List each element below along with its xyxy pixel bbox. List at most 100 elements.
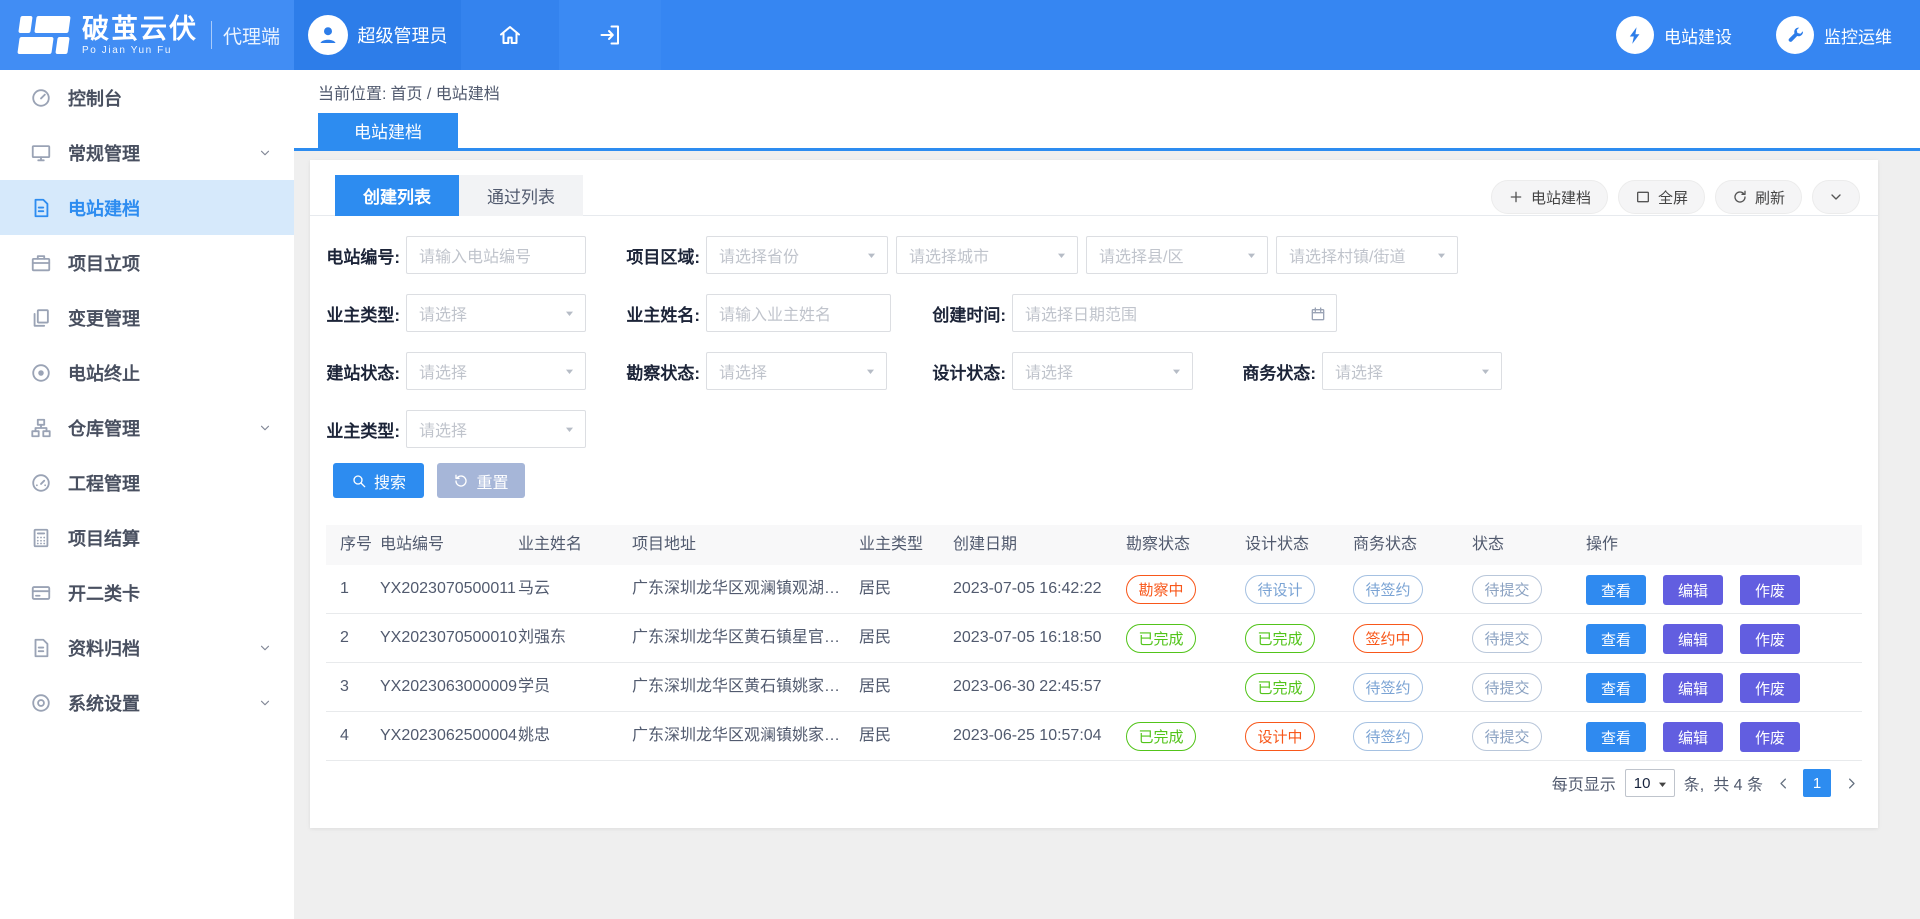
toolbar-fullscreen-button[interactable]: 全屏 [1618, 180, 1705, 214]
filter-select[interactable]: 请选择 [406, 294, 586, 332]
filter-label: 设计状态: [920, 359, 1006, 384]
sidebar-item-dashboard[interactable]: 控制台 [0, 70, 294, 125]
sidebar-item-sitemap[interactable]: 仓库管理 [0, 400, 294, 455]
home-button[interactable] [461, 0, 559, 70]
void-button[interactable]: 作废 [1740, 624, 1800, 654]
brand-divider [211, 21, 212, 49]
edit-button[interactable]: 编辑 [1663, 575, 1723, 605]
edit-button[interactable]: 编辑 [1663, 624, 1723, 654]
brand-title: 破茧云伏 [82, 15, 198, 43]
edit-button[interactable]: 编辑 [1663, 722, 1723, 752]
filter-select[interactable]: 请选择 [1322, 352, 1502, 390]
caret-down-icon [1055, 249, 1068, 262]
column-header: 状态 [1472, 525, 1504, 565]
design-status-badge: 已完成 [1245, 673, 1315, 702]
filter-select[interactable]: 请选择 [406, 352, 586, 390]
filter-select[interactable]: 请选择城市 [896, 236, 1078, 274]
sidebar-item-label: 资料归档 [68, 635, 140, 661]
date-range-input[interactable]: 请选择日期范围 [1012, 294, 1337, 332]
filter-fields: 请选择 [406, 410, 586, 448]
view-button[interactable]: 查看 [1586, 673, 1646, 703]
caret-down-icon [1479, 365, 1492, 378]
sidebar-item-card[interactable]: 开二类卡 [0, 565, 294, 620]
sidebar-item-settings[interactable]: 系统设置 [0, 675, 294, 730]
logout-button[interactable] [559, 0, 661, 70]
station-code: YX2023070500010 [380, 614, 517, 662]
target-icon [30, 362, 52, 384]
toolbar-chevron-down-button[interactable] [1812, 180, 1860, 214]
reset-button[interactable]: 重置 [437, 463, 525, 498]
breadcrumb-trail[interactable]: 首页 / 电站建档 [390, 86, 499, 103]
station-code: YX2023063000009 [380, 663, 517, 711]
filter-input[interactable]: 请输入电站编号 [406, 236, 586, 274]
filter-select[interactable]: 请选择 [406, 410, 586, 448]
page-1-button[interactable]: 1 [1803, 769, 1831, 797]
header-nav-wrench[interactable]: 监控运维 [1776, 16, 1892, 54]
filter-select[interactable]: 请选择 [706, 352, 887, 390]
void-button[interactable]: 作废 [1740, 575, 1800, 605]
tab-create-list[interactable]: 创建列表 [335, 175, 459, 216]
header-nav-lightning[interactable]: 电站建设 [1616, 16, 1732, 54]
filter-group: 业主类型:请选择 [326, 294, 586, 332]
table-row: 4YX2023062500004姚忠广东深圳龙华区观澜镇姚家庄...居民2023… [326, 712, 1862, 761]
survey-status-badge: 已完成 [1126, 722, 1196, 751]
next-page-button[interactable] [1840, 769, 1862, 797]
calculator-icon [30, 527, 52, 549]
sidebar-item-archive[interactable]: 资料归档 [0, 620, 294, 675]
filter-select[interactable]: 请选择省份 [706, 236, 888, 274]
sidebar-item-document[interactable]: 电站建档 [0, 180, 294, 235]
sidebar-item-gauge[interactable]: 工程管理 [0, 455, 294, 510]
gauge-icon [30, 472, 52, 494]
caret-down-icon [865, 249, 878, 262]
page-tab[interactable]: 电站建档 [318, 113, 458, 148]
prev-page-button[interactable] [1772, 769, 1794, 797]
filter-label: 业主类型: [326, 417, 400, 442]
sidebar-item-calculator[interactable]: 项目结算 [0, 510, 294, 565]
view-button[interactable]: 查看 [1586, 624, 1646, 654]
sidebar-item-monitor[interactable]: 常规管理 [0, 125, 294, 180]
toolbar-plus-button[interactable]: 电站建档 [1491, 180, 1608, 214]
business-status-badge: 待签约 [1353, 673, 1423, 702]
header-nav: 电站建设 监控运维 [1616, 0, 1892, 70]
unit-label: 条, [1684, 771, 1704, 795]
filter-select[interactable]: 请选择县/区 [1086, 236, 1268, 274]
void-button[interactable]: 作废 [1740, 722, 1800, 752]
lightning-icon [1616, 16, 1654, 54]
column-header: 项目地址 [632, 525, 696, 565]
filter-group: 勘察状态:请选择 [620, 352, 887, 390]
toolbar-button-label: 全屏 [1658, 187, 1688, 208]
void-button[interactable]: 作废 [1740, 673, 1800, 703]
filter-fields: 请选择 [706, 352, 887, 390]
filter-input[interactable]: 请输入业主姓名 [706, 294, 891, 332]
placeholder-text: 请选择 [419, 301, 467, 325]
toolbar-refresh-button[interactable]: 刷新 [1715, 180, 1802, 214]
search-button-label: 搜索 [374, 469, 406, 493]
column-header: 序号 [340, 525, 372, 565]
sidebar-item-copy[interactable]: 变更管理 [0, 290, 294, 345]
project-address: 广东深圳龙华区观澜镇观湖路... [632, 565, 847, 613]
view-button[interactable]: 查看 [1586, 575, 1646, 605]
placeholder-text: 请选择日期范围 [1025, 301, 1137, 325]
search-button[interactable]: 搜索 [333, 463, 424, 498]
owner-name: 姚忠 [518, 712, 550, 760]
total-label: 共 4 条 [1713, 771, 1763, 795]
chevron-right-icon [1844, 776, 1859, 791]
row-index: 2 [340, 614, 349, 662]
sidebar-item-target[interactable]: 电站终止 [0, 345, 294, 400]
tab-passed-list[interactable]: 通过列表 [459, 175, 583, 216]
filter-select[interactable]: 请选择 [1012, 352, 1193, 390]
column-header: 勘察状态 [1126, 525, 1190, 565]
status-status-badge: 待提交 [1472, 673, 1542, 702]
per-page-select[interactable]: 10 [1625, 769, 1675, 797]
filter-select[interactable]: 请选择村镇/街道 [1276, 236, 1458, 274]
user-menu[interactable]: 超级管理员 [294, 0, 461, 70]
pagination: 每页显示 10 条, 共 4 条 1 [1552, 768, 1862, 798]
tab-underline [294, 148, 1920, 151]
caret-down-icon [864, 365, 877, 378]
project-address: 广东深圳龙华区观澜镇姚家庄... [632, 712, 847, 760]
edit-button[interactable]: 编辑 [1663, 673, 1723, 703]
project-address: 广东深圳龙华区黄石镇星官大... [632, 614, 847, 662]
caret-down-icon [563, 423, 576, 436]
sidebar-item-briefcase[interactable]: 项目立项 [0, 235, 294, 290]
view-button[interactable]: 查看 [1586, 722, 1646, 752]
